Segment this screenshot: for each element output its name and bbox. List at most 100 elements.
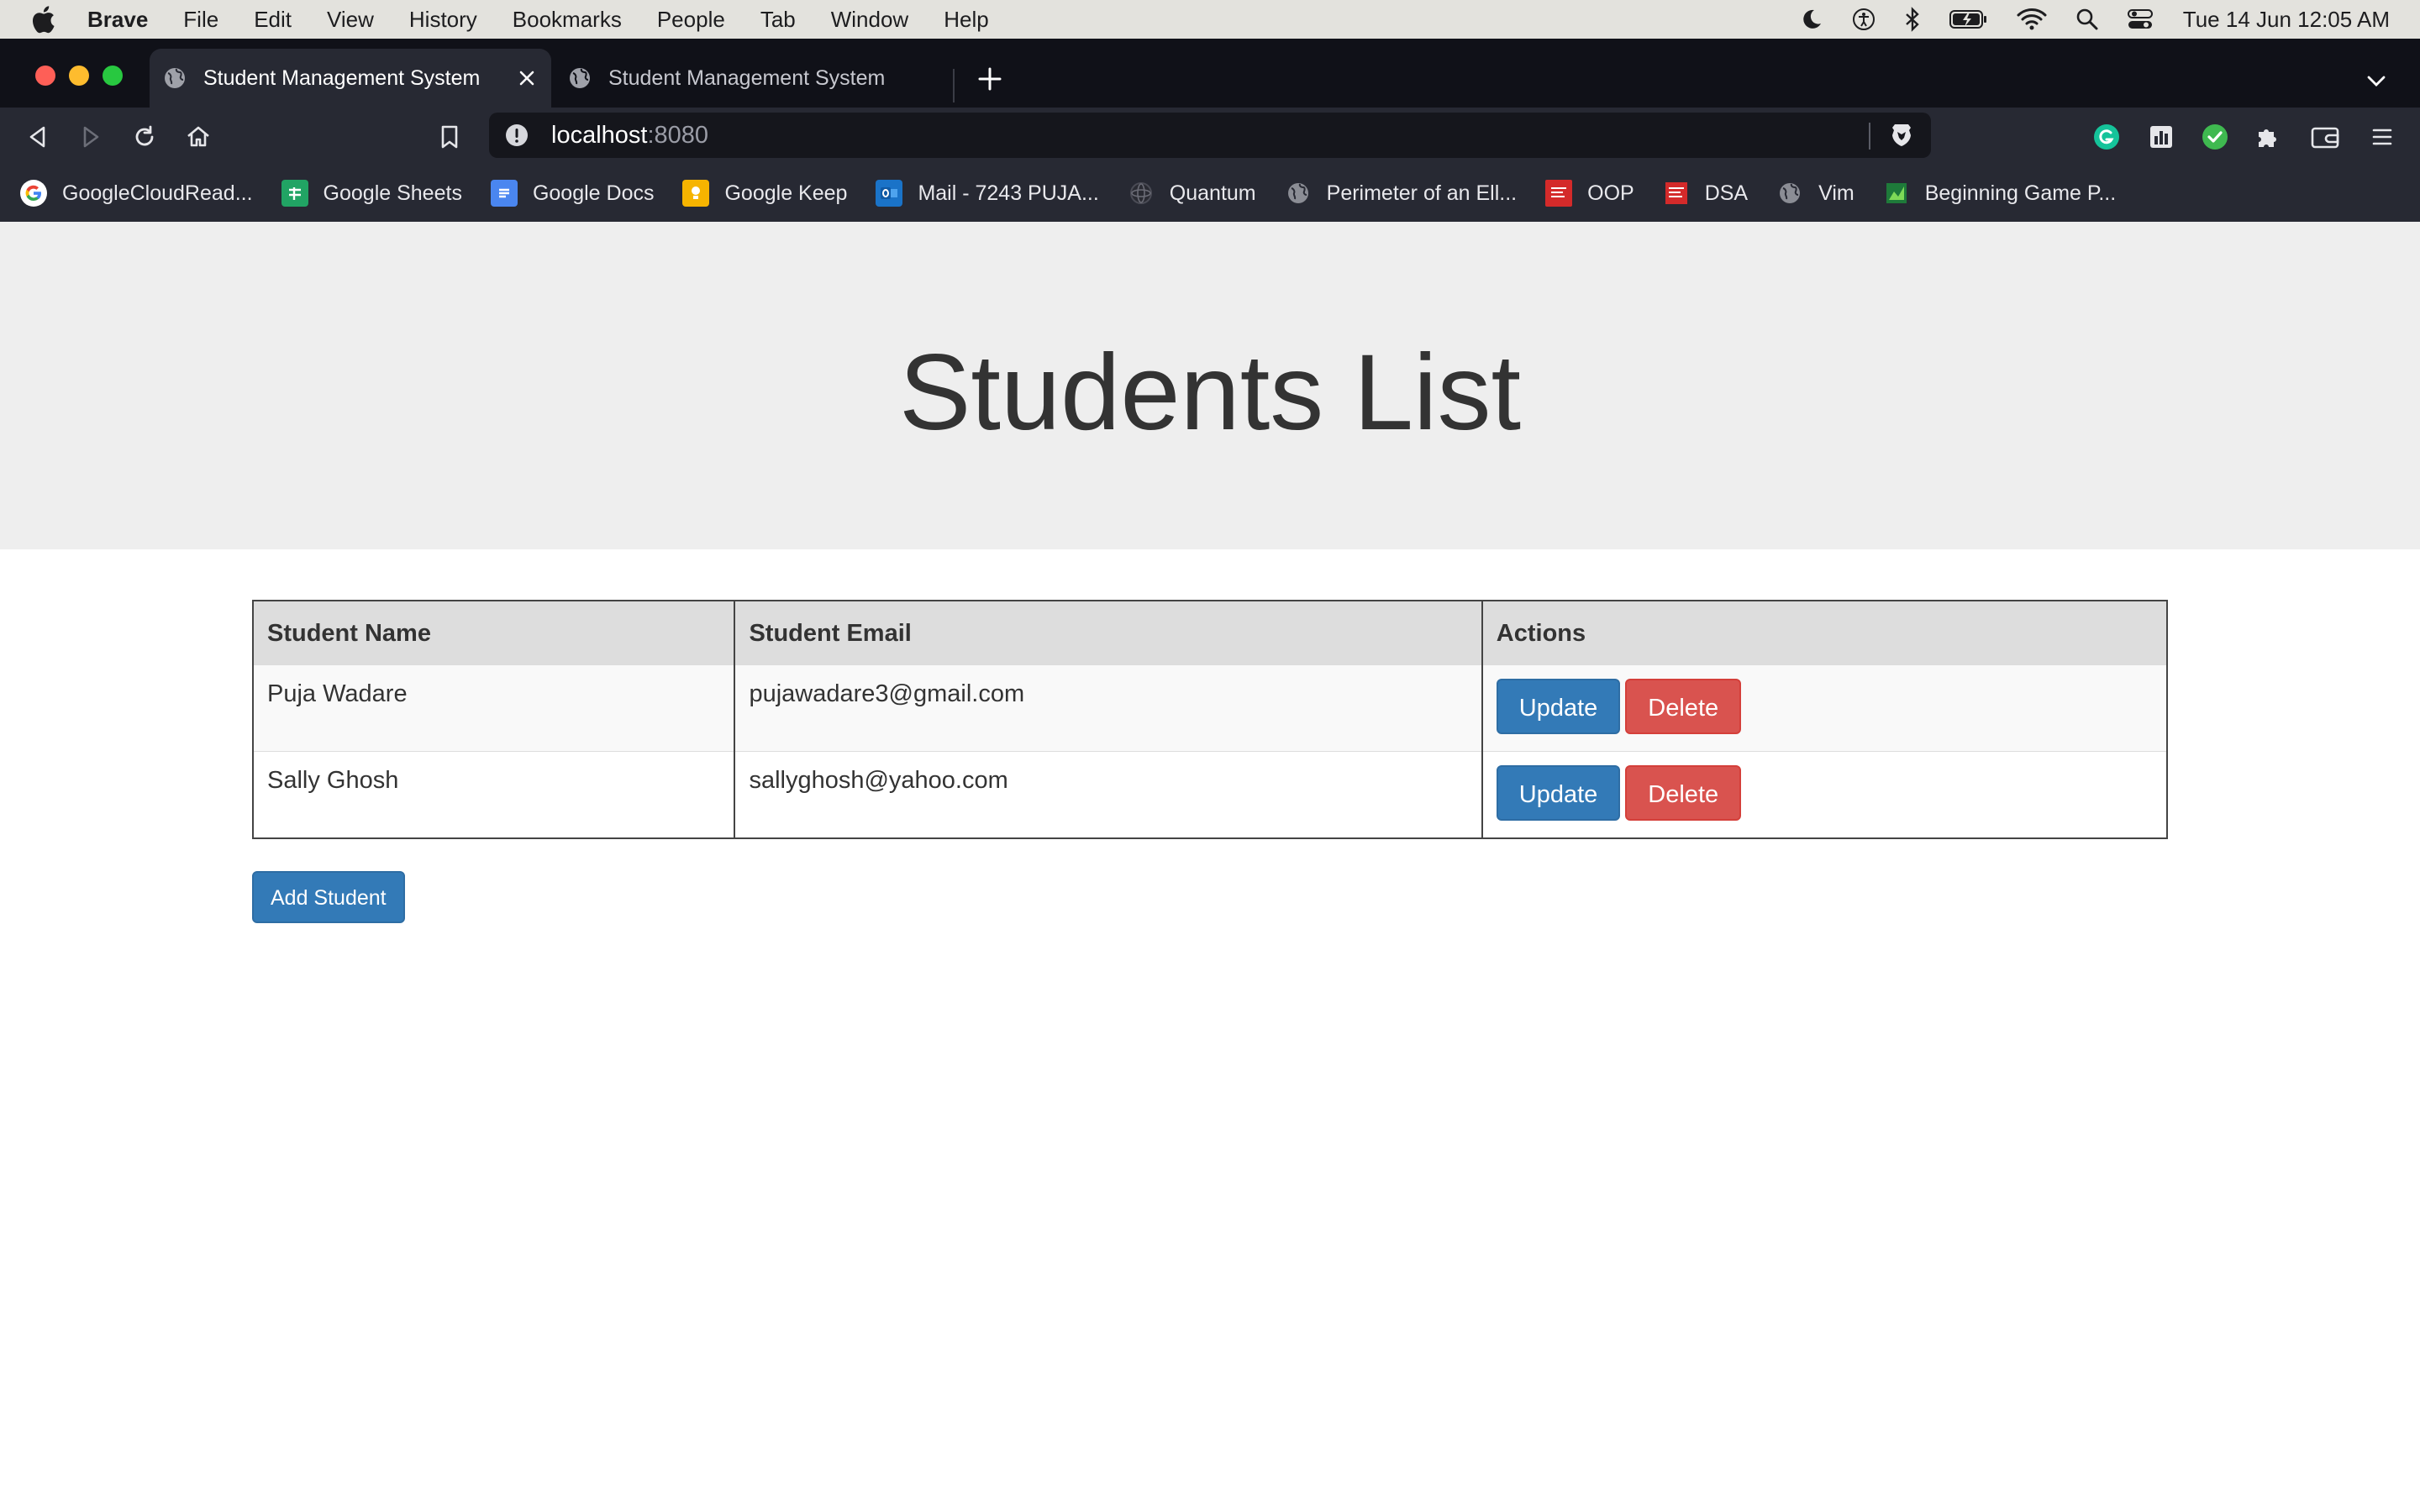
menu-app-name[interactable]: Brave: [87, 7, 148, 33]
menu-tab[interactable]: Tab: [760, 7, 796, 33]
add-student-button[interactable]: Add Student: [252, 871, 405, 923]
menu-help[interactable]: Help: [944, 7, 988, 33]
mcgraw-hill-icon: [1663, 180, 1690, 207]
battery-icon[interactable]: [1949, 8, 1988, 30]
check-circle-icon[interactable]: [2199, 121, 2231, 153]
page-title: Students List: [899, 332, 1521, 453]
delete-button[interactable]: Delete: [1625, 679, 1742, 734]
menu-file[interactable]: File: [183, 7, 218, 33]
tab-active[interactable]: Student Management System: [150, 49, 551, 108]
window-minimize-button[interactable]: [69, 66, 89, 86]
control-center-icon[interactable]: [2127, 8, 2153, 31]
address-divider: [1869, 123, 1870, 150]
chart-icon: [1883, 180, 1910, 207]
brave-shield-icon[interactable]: [1887, 121, 1916, 150]
bookmark-item[interactable]: DSA: [1663, 180, 1748, 207]
update-button[interactable]: Update: [1496, 765, 1621, 821]
page-viewport: Students List Student Name Student Email…: [0, 222, 2420, 1512]
bookmark-item[interactable]: Vim: [1776, 180, 1854, 207]
back-icon[interactable]: [22, 121, 54, 153]
menu-edit[interactable]: Edit: [254, 7, 292, 33]
tab-title: Student Management System: [203, 66, 481, 90]
menu-people[interactable]: People: [657, 7, 725, 33]
bookmark-item[interactable]: Mail - 7243 PUJA...: [876, 180, 1099, 207]
bookmark-icon[interactable]: [434, 121, 466, 153]
bookmark-item[interactable]: OOP: [1545, 180, 1634, 207]
bookmark-label: Google Sheets: [323, 181, 462, 205]
accessibility-icon[interactable]: [1852, 8, 1876, 31]
bookmark-item[interactable]: Google Sheets: [281, 180, 462, 207]
column-header-name: Student Name: [253, 601, 736, 665]
window-close-button[interactable]: [35, 66, 55, 86]
wifi-icon[interactable]: [2017, 8, 2047, 31]
bookmark-label: Quantum: [1169, 181, 1256, 205]
reload-icon[interactable]: [129, 121, 160, 153]
tab-title: Student Management System: [608, 66, 886, 90]
globe-icon: [1776, 180, 1803, 207]
bluetooth-icon[interactable]: [1904, 7, 1921, 32]
table-row: Puja Wadare pujawadare3@gmail.com Update…: [253, 665, 2169, 752]
bookmark-label: Google Keep: [724, 181, 848, 205]
apple-logo-icon[interactable]: [30, 5, 55, 34]
home-icon[interactable]: [182, 121, 214, 153]
sheets-icon: [281, 180, 308, 207]
status-area: Tue 14 Jun 12:05 AM: [1771, 0, 2390, 39]
bookmark-label: Mail - 7243 PUJA...: [918, 181, 1099, 205]
menu-history[interactable]: History: [409, 7, 477, 33]
tab-inactive[interactable]: Student Management System: [555, 49, 955, 108]
forward-icon[interactable]: [75, 121, 107, 153]
docs-icon: [490, 180, 518, 207]
globe-icon: [163, 66, 187, 90]
bookmarks-bar: GoogleCloudRead... Google Sheets Google …: [0, 165, 2420, 222]
menu-bar: Brave File Edit View History Bookmarks P…: [0, 0, 2420, 39]
bookmark-label: Perimeter of an Ell...: [1326, 181, 1518, 205]
bookmark-item[interactable]: GoogleCloudRead...: [20, 180, 253, 207]
bookmark-item[interactable]: Google Docs: [490, 180, 655, 207]
menu-window[interactable]: Window: [831, 7, 908, 33]
bookmark-item[interactable]: Beginning Game P...: [1883, 180, 2116, 207]
extension-grid-icon[interactable]: [2145, 121, 2177, 153]
table-header-row: Student Name Student Email Actions: [253, 601, 2169, 665]
student-email: sallyghosh@yahoo.com: [734, 751, 1483, 838]
menu-hamburger-icon[interactable]: [2366, 121, 2398, 153]
delete-button[interactable]: Delete: [1625, 765, 1742, 821]
clock[interactable]: Tue 14 Jun 12:05 AM: [2183, 7, 2390, 33]
puzzle-extensions-icon[interactable]: [2252, 121, 2284, 153]
mcgraw-hill-icon: [1545, 180, 1573, 207]
menu-bookmarks[interactable]: Bookmarks: [513, 7, 622, 33]
bookmark-label: DSA: [1704, 181, 1749, 205]
menu-view[interactable]: View: [327, 7, 374, 33]
row-actions: Update Delete: [1481, 751, 2169, 838]
grammarly-icon[interactable]: [2091, 121, 2123, 153]
chevron-down-icon[interactable]: [2361, 66, 2391, 96]
wallet-icon[interactable]: [2309, 121, 2341, 153]
search-icon[interactable]: [2075, 8, 2099, 31]
tab-separator: [953, 69, 955, 102]
student-email: pujawadare3@gmail.com: [734, 665, 1483, 752]
bookmark-label: Google Docs: [532, 181, 655, 205]
update-button[interactable]: Update: [1496, 679, 1621, 734]
url-port: :8080: [647, 121, 709, 149]
info-icon[interactable]: [504, 123, 529, 148]
quantum-icon: [1128, 180, 1155, 207]
url-host: localhost: [551, 121, 648, 149]
window-zoom-button[interactable]: [103, 66, 123, 86]
outlook-icon: [876, 180, 903, 207]
bookmark-item[interactable]: Google Keep: [682, 180, 847, 207]
column-header-actions: Actions: [1481, 601, 2169, 665]
address-bar[interactable]: localhost:8080: [489, 113, 1931, 158]
new-tab-plus-icon[interactable]: [973, 62, 1007, 96]
student-name: Puja Wadare: [253, 665, 736, 752]
bookmark-label: OOP: [1587, 181, 1634, 205]
column-header-email: Student Email: [734, 601, 1483, 665]
google-g-icon: [20, 180, 47, 207]
bookmark-item[interactable]: Perimeter of an Ell...: [1285, 180, 1517, 207]
row-actions: Update Delete: [1481, 665, 2169, 752]
bookmark-item[interactable]: Quantum: [1128, 180, 1256, 207]
moon-icon[interactable]: [1800, 8, 1823, 31]
table-row: Sally Ghosh sallyghosh@yahoo.com Update D…: [253, 751, 2169, 838]
close-icon[interactable]: [514, 66, 539, 91]
bookmark-label: Vim: [1818, 181, 1854, 205]
students-table: Student Name Student Email Actions Puja …: [252, 600, 2169, 839]
bookmark-label: Beginning Game P...: [1924, 181, 2117, 205]
